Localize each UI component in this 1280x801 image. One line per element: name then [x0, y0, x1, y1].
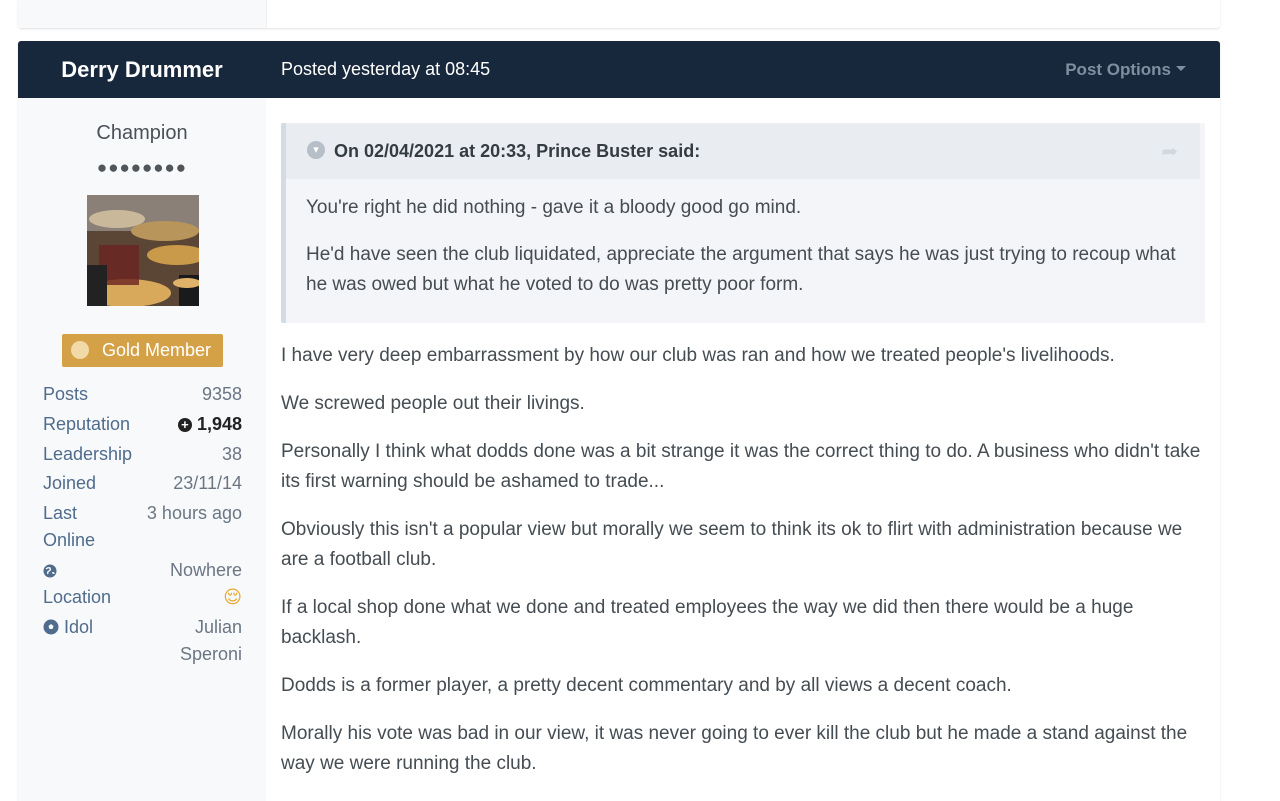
body-paragraph: If a local shop done what we done and tr… [281, 597, 1134, 648]
body-paragraph: Dodds is a former player, a pretty decen… [281, 675, 1012, 696]
quote-citation[interactable]: On 02/04/2021 at 20:33, Prince Buster sa… [334, 123, 700, 179]
previous-post-remnant [18, 0, 1220, 28]
stat-joined-label: Joined [43, 473, 97, 493]
stat-last-online-value: 3 hours ago [146, 503, 242, 523]
avatar[interactable] [87, 195, 199, 306]
reputation-plus-icon: + [177, 418, 192, 432]
quote-citation-bar[interactable]: ▾ On 02/04/2021 at 20:33, Prince Buster … [286, 123, 1200, 179]
stat-leadership-value: 38 [221, 444, 242, 464]
stat-posts-label: Posts [43, 384, 89, 404]
quote-paragraph: He'd have seen the club liquidated, appr… [306, 244, 1176, 295]
stat-location-label: Location [43, 587, 112, 607]
stat-last-online-label-1: Last [43, 503, 78, 523]
stat-idol-label: Idol [64, 617, 94, 637]
rank-pips: ●●●●●●●● [96, 158, 188, 177]
body-paragraph: We screwed people out their livings. [281, 393, 585, 414]
stat-leadership-label: Leadership [43, 444, 133, 464]
post-body: I have very deep embarrassment by how ou… [281, 341, 1201, 797]
author-sidebar: Champion ●●●●●●●● Gold Member Posts 9358… [18, 98, 266, 801]
stat-reputation-value: 1,948 [196, 414, 242, 434]
previous-post-sidebar [18, 0, 267, 28]
stat-last-online-label-2: Online [43, 530, 96, 550]
caret-down-icon [1176, 66, 1186, 72]
post-date: Posted yesterday at 08:45 [281, 59, 491, 79]
globe-icon [43, 562, 57, 583]
chevron-circle-icon[interactable]: ▾ [307, 141, 325, 159]
avatar-image [87, 195, 199, 306]
body-paragraph: Morally his vote was bad in our view, it… [281, 723, 1188, 774]
post-options-button[interactable]: Post Options [1065, 41, 1186, 98]
user-badge-icon [71, 341, 89, 359]
stat-posts-value[interactable]: 9358 [202, 384, 242, 405]
post-options-label: Post Options [1065, 60, 1171, 79]
author-name-link[interactable]: Derry Drummer [18, 41, 266, 98]
forum-post: Derry Drummer Posted yesterday at 08:45 … [18, 41, 1220, 801]
stat-idol-value-1: Julian [194, 617, 242, 637]
post-header: Derry Drummer Posted yesterday at 08:45 … [18, 41, 1220, 98]
stat-location: Location Nowhere 😌 [43, 560, 242, 614]
quote-body: You're right he did nothing - gave it a … [306, 179, 1186, 300]
stat-location-emoji: 😌 [223, 587, 242, 607]
group-badge: Gold Member [62, 334, 223, 367]
quote-paragraph: You're right he did nothing - gave it a … [306, 197, 802, 218]
stat-idol-value-2: Speroni [179, 644, 242, 664]
soccer-ball-icon [43, 619, 59, 635]
body-paragraph: Personally I think what dodds done was a… [281, 441, 1201, 492]
share-icon[interactable]: ➦ [1161, 139, 1178, 164]
group-badge-label: Gold Member [102, 340, 212, 360]
stat-idol: Idol Julian Speroni [43, 617, 242, 671]
stat-last-online: Last Online 3 hours ago [43, 503, 242, 557]
body-paragraph: Obviously this isn't a popular view but … [281, 519, 1183, 570]
stat-reputation-label: Reputation [43, 414, 131, 434]
stat-reputation-value-wrap[interactable]: +1,948 [177, 414, 242, 435]
body-paragraph: I have very deep embarrassment by how ou… [281, 345, 1115, 366]
stat-joined-value: 23/11/14 [173, 473, 242, 493]
quote-block: ▾ On 02/04/2021 at 20:33, Prince Buster … [281, 123, 1205, 323]
stat-idol-label-wrap: Idol [43, 617, 93, 638]
rank-title: Champion [96, 122, 188, 144]
stat-location-value: Nowhere [169, 560, 242, 580]
